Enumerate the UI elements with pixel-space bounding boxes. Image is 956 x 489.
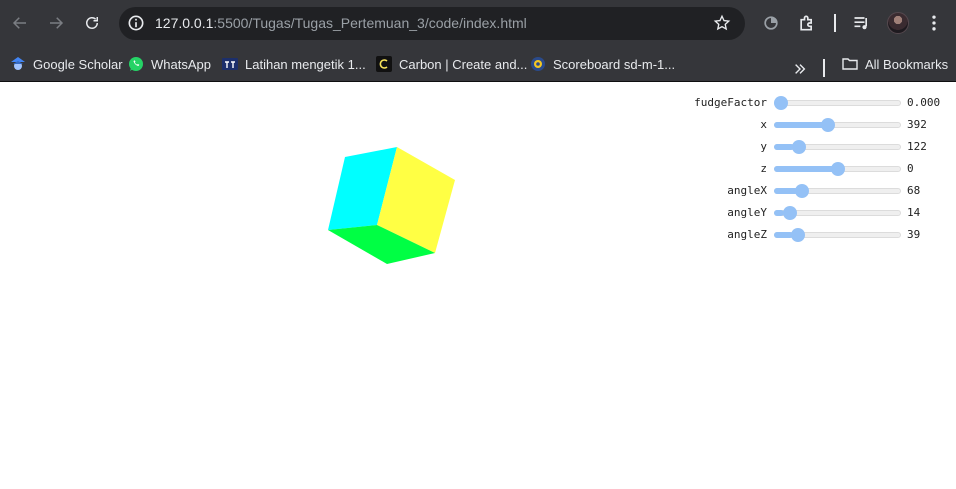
google-scholar-icon [10, 56, 26, 72]
slider-row-fudgefactor: fudgeFactor 0.000 [660, 92, 954, 114]
slider-x[interactable] [774, 118, 901, 132]
slider-row-y: y 122 [660, 136, 954, 158]
slider-thumb[interactable] [795, 184, 810, 198]
slider-thumb[interactable] [774, 96, 788, 110]
tab-search-icon[interactable] [761, 13, 781, 33]
slider-value: 122 [907, 140, 927, 153]
bookmark-label: Latihan mengetik 1... [245, 56, 366, 72]
toolbar-separator [834, 14, 836, 32]
ui-controls-panel: fudgeFactor 0.000 x 392 y 122 z 0 angleX 68 angleY… [660, 92, 954, 246]
slider-thumb[interactable] [821, 118, 836, 132]
arrow-right-icon [50, 17, 64, 29]
webgl-canvas-page: fudgeFactor 0.000 x 392 y 122 z 0 angleX 68 angleY… [0, 83, 956, 489]
slider-fill [774, 122, 828, 128]
bookmark-whatsapp[interactable]: WhatsApp [128, 53, 211, 75]
slider-row-anglez: angleZ 39 [660, 224, 954, 246]
slider-thumb[interactable] [830, 162, 845, 176]
slider-y[interactable] [774, 140, 901, 154]
slider-value: 68 [907, 184, 921, 197]
bookmark-label: Google Scholar [33, 56, 123, 72]
slider-value: 39 [907, 228, 921, 241]
typing-icon [222, 56, 238, 72]
bookmark-latihan-mengetik[interactable]: Latihan mengetik 1... [222, 53, 366, 75]
address-bar[interactable]: 127.0.0.1:5500/Tugas/Tugas_Pertemuan_3/c… [119, 7, 745, 40]
slider-row-x: x 392 [660, 114, 954, 136]
slider-anglex[interactable] [774, 184, 901, 198]
info-icon[interactable] [126, 13, 146, 33]
slider-anglez[interactable] [774, 228, 901, 242]
slider-track[interactable] [774, 100, 901, 106]
slider-label: x [760, 118, 767, 131]
slider-value: 0 [907, 162, 914, 175]
slider-label: angleX [727, 184, 767, 197]
slider-value: 0.000 [907, 96, 941, 109]
slider-row-z: z0 [660, 158, 954, 180]
star-icon[interactable] [713, 14, 731, 32]
slider-label: angleZ [727, 228, 767, 241]
bookmark-google-scholar[interactable]: Google Scholar [10, 53, 123, 75]
slider-value: 14 [907, 206, 921, 219]
media-queue-icon[interactable] [852, 13, 872, 33]
slider-row-angley: angleY 14 [660, 202, 954, 224]
forward-button[interactable] [44, 11, 68, 35]
bookmark-label: Carbon | Create and... [399, 56, 528, 72]
bookmarks-bar: Google Scholar WhatsApp Latihan mengetik… [0, 46, 956, 82]
browser-toolbar: 127.0.0.1:5500/Tugas/Tugas_Pertemuan_3/c… [0, 0, 956, 46]
puzzle-icon[interactable] [797, 13, 817, 33]
slider-thumb[interactable] [792, 140, 807, 154]
all-bookmarks-label: All Bookmarks [865, 56, 949, 72]
slider-fill [774, 166, 838, 172]
arrow-left-icon [12, 17, 26, 29]
reload-button[interactable] [80, 11, 104, 35]
scoreboard-icon [530, 56, 546, 72]
folder-icon [842, 56, 858, 72]
avatar[interactable] [887, 12, 909, 34]
bookmark-scoreboard[interactable]: Scoreboard sd-m-1... [530, 53, 675, 75]
slider-value: 392 [907, 118, 927, 131]
slider-label: z [760, 162, 767, 175]
slider-label: angleY [727, 206, 767, 219]
more-vert-icon[interactable] [924, 13, 944, 33]
all-bookmarks-button[interactable]: All Bookmarks [842, 53, 948, 75]
url-text[interactable]: 127.0.0.1:5500/Tugas/Tugas_Pertemuan_3/c… [155, 15, 527, 31]
rotating-cube [328, 147, 455, 264]
slider-z[interactable] [774, 162, 901, 176]
url-host: 127.0.0.1 [155, 15, 214, 31]
slider-label: fudgeFactor [694, 96, 767, 109]
back-button[interactable] [8, 11, 32, 35]
slider-angley[interactable] [774, 206, 901, 220]
bookmarks-separator [823, 59, 825, 77]
slider-fudgefactor[interactable] [774, 96, 901, 110]
slider-label: y [760, 140, 767, 153]
bookmark-label: Scoreboard sd-m-1... [553, 56, 676, 72]
slider-row-anglex: angleX 68 [660, 180, 954, 202]
bookmark-carbon[interactable]: Carbon | Create and... [376, 53, 527, 75]
bookmark-label: WhatsApp [151, 56, 211, 72]
slider-thumb[interactable] [790, 228, 805, 242]
whatsapp-icon [128, 56, 144, 72]
reload-icon [86, 17, 98, 29]
slider-thumb[interactable] [783, 206, 798, 220]
chevron-double-right-icon[interactable] [793, 62, 807, 76]
carbon-icon [376, 56, 392, 72]
url-path: :5500/Tugas/Tugas_Pertemuan_3/code/index… [213, 15, 527, 31]
